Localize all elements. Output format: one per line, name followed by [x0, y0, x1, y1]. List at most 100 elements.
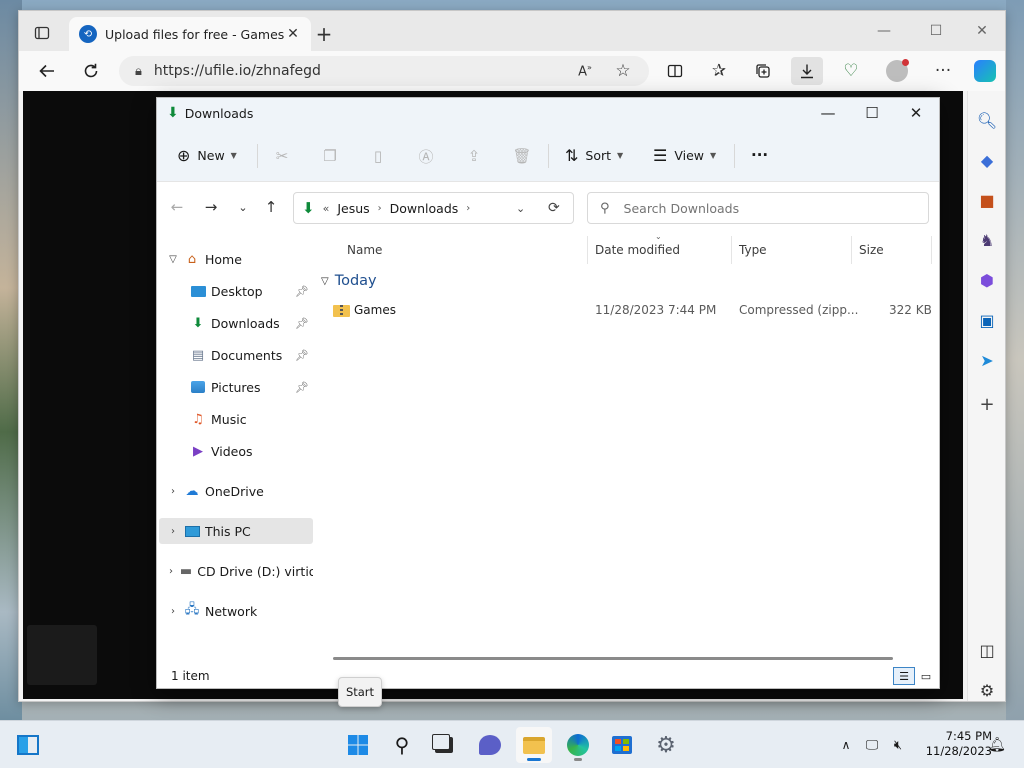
downloads-button[interactable]: [791, 57, 823, 85]
sidebar-search-button[interactable]: 🔍︎: [976, 109, 998, 131]
explorer-maximize-button[interactable]: ☐: [849, 98, 895, 128]
recent-locations-button[interactable]: ⌄: [229, 194, 257, 220]
breadcrumb-overflow[interactable]: «: [323, 202, 330, 215]
back-button[interactable]: ←: [163, 194, 191, 220]
edge-taskbar-button[interactable]: [560, 727, 596, 763]
split-screen-button[interactable]: [659, 57, 691, 85]
browser-essentials-button[interactable]: ♡: [835, 57, 867, 85]
file-explorer-taskbar-button[interactable]: [516, 727, 552, 763]
back-button[interactable]: [31, 57, 63, 85]
nav-item-home[interactable]: ▽ ⌂ Home: [159, 246, 313, 272]
explorer-close-button[interactable]: ✕: [893, 98, 939, 128]
nav-item-music[interactable]: ♫ Music: [159, 406, 313, 432]
search-box[interactable]: ⚲: [587, 192, 929, 224]
sidebar-outlook-button[interactable]: ▣: [976, 309, 998, 331]
view-button[interactable]: ☰ View ▼: [645, 141, 724, 169]
profile-button[interactable]: [881, 57, 913, 85]
show-hidden-icons-button[interactable]: ∧: [836, 735, 856, 755]
column-header-date[interactable]: Date modified: [595, 240, 680, 260]
chevron-right-icon[interactable]: ›: [163, 606, 183, 617]
network-status-button[interactable]: 🖵︎: [862, 735, 882, 755]
recaptcha-badge[interactable]: [27, 625, 97, 685]
chevron-right-icon[interactable]: ›: [378, 203, 382, 214]
chevron-right-icon[interactable]: ›: [163, 486, 183, 497]
share-button[interactable]: ⇪: [460, 143, 488, 169]
breadcrumb-item[interactable]: Downloads: [390, 201, 459, 216]
sidebar-add-button[interactable]: +: [976, 393, 998, 415]
nav-item-videos[interactable]: ▶ Videos: [159, 438, 313, 464]
sidebar-m365-button[interactable]: ⬢: [976, 269, 998, 291]
nav-item-documents[interactable]: ▤ Documents 📌︎: [159, 342, 313, 368]
paste-button[interactable]: ▯: [364, 143, 392, 169]
notifications-button[interactable]: 🔔︎: [986, 735, 1008, 755]
refresh-button[interactable]: [75, 57, 107, 85]
chevron-down-icon[interactable]: ⌄: [516, 202, 525, 215]
group-header-today[interactable]: ▽ Today: [321, 270, 377, 292]
pin-icon[interactable]: 📌︎: [295, 317, 309, 330]
sidebar-tools-button[interactable]: ■: [976, 189, 998, 211]
teams-chat-button[interactable]: [472, 727, 508, 763]
nav-item-onedrive[interactable]: › ☁ OneDrive: [159, 478, 313, 504]
chevron-right-icon[interactable]: ›: [163, 526, 183, 537]
nav-item-this-pc[interactable]: › This PC: [159, 518, 313, 544]
widgets-button[interactable]: [10, 727, 46, 763]
nav-item-desktop[interactable]: Desktop 📌︎: [159, 278, 313, 304]
delete-button[interactable]: 🗑︎: [508, 143, 536, 169]
nav-item-downloads[interactable]: ⬇ Downloads 📌︎: [159, 310, 313, 336]
see-more-button[interactable]: ···: [743, 141, 776, 169]
cut-button[interactable]: ✂: [268, 143, 296, 169]
close-button[interactable]: ✕: [959, 17, 1005, 45]
chevron-right-icon[interactable]: ›: [466, 203, 470, 214]
column-divider[interactable]: [851, 236, 852, 264]
column-header-type[interactable]: Type: [739, 240, 767, 260]
tab-close-icon[interactable]: ✕: [285, 26, 301, 42]
copy-button[interactable]: ❐: [316, 143, 344, 169]
rename-button[interactable]: Ⓐ: [412, 143, 440, 169]
nav-item-pictures[interactable]: Pictures 📌︎: [159, 374, 313, 400]
collections-button[interactable]: [747, 57, 779, 85]
pin-icon[interactable]: 📌︎: [295, 285, 309, 298]
pin-icon[interactable]: 📌︎: [295, 349, 309, 362]
chevron-down-icon[interactable]: ▽: [163, 254, 183, 265]
sidebar-drop-button[interactable]: ➤: [976, 349, 998, 371]
copilot-button[interactable]: [969, 57, 1001, 85]
maximize-button[interactable]: ☐: [913, 17, 959, 45]
sidebar-shopping-button[interactable]: ◆: [976, 149, 998, 171]
nav-item-network[interactable]: › 🖧︎ Network: [159, 598, 313, 624]
tiles-view-button[interactable]: ▭: [915, 667, 937, 685]
refresh-icon[interactable]: ⟳: [548, 200, 560, 216]
sidebar-games-button[interactable]: ♞: [976, 229, 998, 251]
tab-actions-button[interactable]: [27, 21, 57, 45]
column-header-size[interactable]: Size: [859, 240, 884, 260]
task-view-button[interactable]: [426, 727, 462, 763]
favorites-button[interactable]: ✰: [703, 57, 735, 85]
search-button[interactable]: ⚲: [384, 727, 420, 763]
column-divider[interactable]: [931, 236, 932, 264]
sort-button[interactable]: ⇅ Sort ▼: [557, 141, 631, 169]
start-button[interactable]: [340, 727, 376, 763]
breadcrumb[interactable]: ⬇ « Jesus › Downloads › ⌄ ⟳: [293, 192, 574, 224]
pin-icon[interactable]: 📌︎: [295, 381, 309, 394]
column-divider[interactable]: [731, 236, 732, 264]
chevron-right-icon[interactable]: ›: [163, 566, 179, 577]
volume-button[interactable]: 🔇︎: [888, 735, 908, 755]
search-input[interactable]: [623, 200, 904, 216]
file-row[interactable]: Games 11/28/2023 7:44 PM Compressed (zip…: [315, 296, 935, 324]
favorite-button[interactable]: ☆: [607, 57, 639, 85]
column-divider[interactable]: [587, 236, 588, 264]
minimize-button[interactable]: —: [861, 17, 907, 45]
nav-item-cd-drive[interactable]: › ▬ CD Drive (D:) virtio-win: [159, 558, 313, 584]
settings-taskbar-button[interactable]: ⚙: [648, 727, 684, 763]
sidebar-settings-button[interactable]: ⚙: [976, 679, 998, 701]
browser-tab-active[interactable]: ⟲ Upload files for free - Games.zip ✕: [69, 17, 311, 51]
details-view-button[interactable]: ☰: [893, 667, 915, 685]
sidebar-hide-button[interactable]: ◫: [976, 639, 998, 661]
forward-button[interactable]: →: [197, 194, 225, 220]
taskbar-clock[interactable]: 7:45 PM 11/28/2023: [918, 729, 992, 759]
explorer-minimize-button[interactable]: —: [805, 98, 851, 128]
store-taskbar-button[interactable]: [604, 727, 640, 763]
settings-more-button[interactable]: ···: [927, 57, 959, 85]
column-header-name[interactable]: Name: [347, 240, 382, 260]
explorer-title-bar[interactable]: ⬇ Downloads — ☐ ✕: [157, 98, 939, 128]
new-tab-button[interactable]: +: [313, 22, 335, 46]
